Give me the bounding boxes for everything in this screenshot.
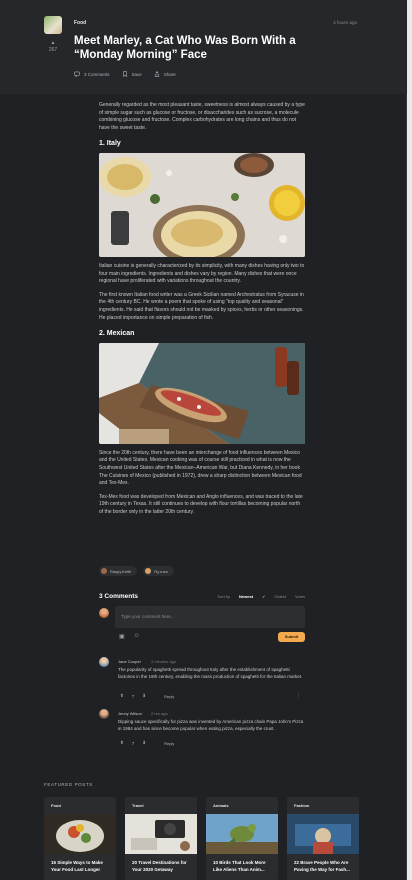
comments-title: 3 Comments: [99, 593, 139, 600]
vote-widget: ▲ 267: [48, 40, 58, 54]
upvote-icon[interactable]: ⬆: [120, 740, 124, 746]
comment-time: 2 hrs ago: [151, 711, 168, 716]
article-body: Generally regarded as the most pleasant …: [99, 102, 305, 522]
emoji-icon[interactable]: ☺: [134, 633, 140, 640]
comment-actions: ⬆ 7 ⬇ Reply: [120, 740, 174, 746]
save-button[interactable]: Save: [122, 71, 142, 77]
italy-food-image: [99, 152, 305, 257]
comment-author[interactable]: Jenny Wilson: [118, 711, 142, 716]
section-heading-italy: 1. Italy: [99, 140, 121, 148]
upvote-icon[interactable]: ▲: [48, 40, 58, 47]
tag-avatar: [145, 568, 152, 574]
card-category: Fashion: [294, 803, 310, 808]
tag-chip[interactable]: Ry.ruca: [143, 566, 174, 576]
comment-avatar: [99, 657, 109, 667]
featured-card[interactable]: Travel 20 Travel Destinations for Your 2…: [125, 797, 197, 880]
check-icon: ✓: [262, 594, 266, 599]
comment-input[interactable]: Type your comment here...: [115, 606, 305, 628]
mexican-food-image: [99, 342, 305, 444]
tag-label: Raspy.Keith: [110, 568, 132, 574]
reply-button[interactable]: Reply: [164, 741, 174, 746]
image-icon[interactable]: ▣: [119, 633, 125, 640]
card-image: [125, 814, 197, 854]
post-title: Meet Marley, a Cat Who Was Born With a “…: [74, 35, 296, 61]
page: ▲ 267 Food 2 hours ago Meet Marley, a Ca…: [0, 0, 407, 880]
mexican-paragraph-1: Since the 20th century, there have been …: [99, 449, 302, 487]
bookmark-icon: [122, 71, 127, 77]
card-image: [206, 814, 278, 854]
tag-avatar: [101, 568, 107, 574]
comment-text: The popularity of spaghetti spread throu…: [118, 667, 303, 679]
card-title: 15 Simple Ways to Make Your Food Last Lo…: [51, 860, 103, 872]
post-header: ▲ 267 Food 2 hours ago Meet Marley, a Ca…: [0, 0, 407, 94]
comments-header: 3 Comments Sort by Newest ✓ Oldest Votes: [99, 593, 305, 600]
save-label: Save: [131, 71, 142, 77]
submit-button[interactable]: Submit: [278, 632, 305, 642]
comment-actions: ⬆ 7 ⬇ Reply: [120, 693, 174, 699]
downvote-icon[interactable]: ⬇: [142, 693, 146, 699]
window-edge: [407, 0, 412, 880]
card-title: 22 Brave People Who Are Paving the Way f…: [294, 860, 350, 872]
tag-list: Raspy.Keith Ry.ruca: [99, 566, 174, 576]
more-icon[interactable]: ⋮: [296, 693, 301, 699]
sort-option-newest[interactable]: Newest: [239, 594, 253, 599]
featured-posts: Food 15 Simple Ways to Make Your Food La…: [44, 797, 359, 880]
card-category: Travel: [132, 803, 144, 808]
comment-votes: 7: [131, 740, 135, 746]
article-intro: Generally regarded as the most pleasant …: [99, 102, 305, 131]
share-label: Share: [163, 71, 176, 77]
share-icon: [154, 71, 159, 77]
mexican-paragraph-2: Tex-Mex food was developed from Mexican …: [99, 493, 303, 515]
comments-count-label: 3 Comments: [84, 71, 110, 77]
tag-chip[interactable]: Raspy.Keith: [99, 566, 138, 576]
post-thumbnail[interactable]: [44, 16, 62, 34]
post-time: 2 hours ago: [333, 20, 357, 25]
downvote-icon[interactable]: ⬇: [142, 740, 146, 746]
card-title: 10 Birds That Look More Like Aliens Than…: [213, 860, 266, 872]
card-category: Food: [51, 803, 61, 808]
italy-paragraph-2: The first known Italian food writer was …: [99, 291, 304, 321]
post-actions: 3 Comments Save Share: [74, 71, 176, 77]
sort-label: Sort by: [217, 594, 231, 599]
featured-card[interactable]: Food 15 Simple Ways to Make Your Food La…: [44, 797, 116, 880]
italy-paragraph-1: Italian cuisine is generally characteriz…: [99, 262, 305, 285]
share-button[interactable]: Share: [154, 71, 176, 77]
comment-author[interactable]: Jane Cooper: [118, 659, 141, 664]
vote-count: 267: [48, 47, 58, 53]
sort-option-votes[interactable]: Votes: [295, 594, 305, 599]
featured-card[interactable]: Animals 10 Birds That Look More Like Ali…: [206, 797, 278, 880]
comment-icon: [74, 71, 80, 77]
featured-card[interactable]: Fashion 22 Brave People Who Are Paving t…: [287, 797, 359, 880]
comments-button[interactable]: 3 Comments: [74, 71, 110, 77]
sort-option-oldest[interactable]: Oldest: [274, 594, 286, 599]
card-category: Animals: [213, 803, 229, 808]
section-heading-mexican: 2. Mexican: [99, 330, 135, 338]
tag-label: Ry.ruca: [154, 568, 168, 574]
comment-text: Dipping sauce specifically for pizza was…: [118, 719, 304, 731]
comment-time: 3 minutes ago: [151, 659, 177, 664]
comment-votes: 7: [131, 693, 135, 699]
composer-tools: ▣ ☺: [119, 633, 140, 640]
reply-button[interactable]: Reply: [164, 694, 174, 699]
avatar: [99, 608, 109, 618]
sort-bar: Sort by Newest ✓ Oldest Votes: [217, 594, 305, 599]
card-image: [44, 814, 116, 854]
featured-posts-heading: FEATURED POSTS: [44, 782, 93, 787]
post-category[interactable]: Food: [74, 20, 86, 26]
card-title: 20 Travel Destinations for Your 2020 Get…: [132, 860, 187, 872]
comment-avatar: [99, 709, 109, 719]
card-image: [287, 814, 359, 854]
upvote-icon[interactable]: ⬆: [120, 693, 124, 699]
